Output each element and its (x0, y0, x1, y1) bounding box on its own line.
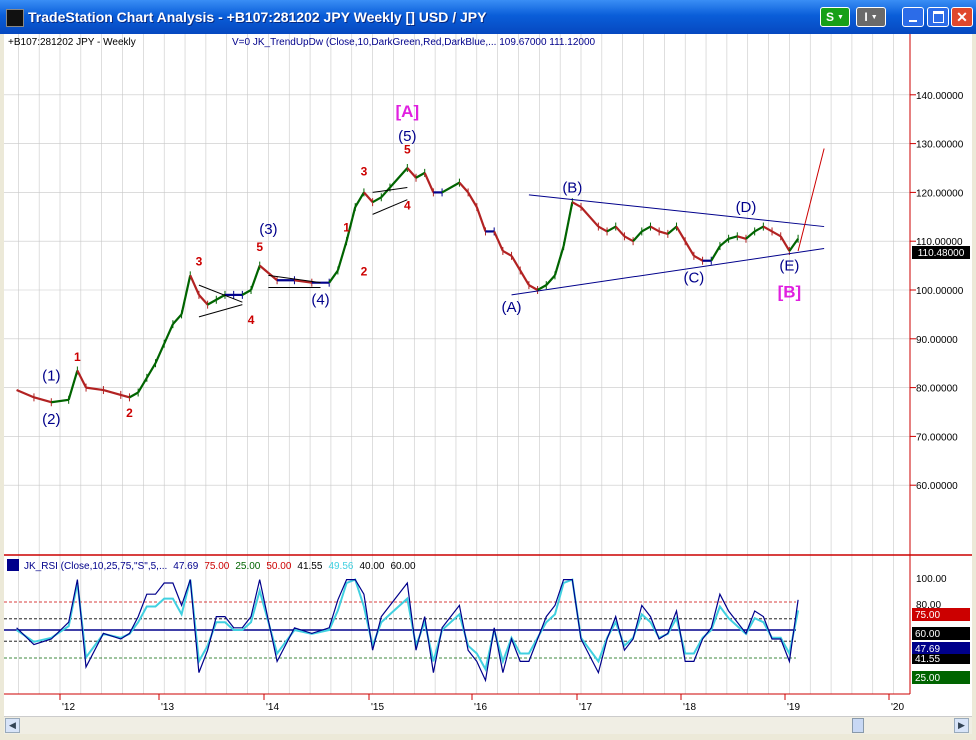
scroll-thumb[interactable] (852, 718, 864, 733)
rsi-pane (4, 578, 800, 683)
i-button-label: I (864, 10, 868, 24)
rsi-v6: 49.56 (328, 561, 353, 572)
title-bar[interactable]: TradeStation Chart Analysis - +B107:2812… (0, 0, 976, 34)
wave-label-r2a: 2 (126, 406, 133, 420)
time-axis: '12 '13 '14 '15 '16 '17 '18 '19 '20 (59, 694, 904, 713)
scroll-left-arrow-icon[interactable]: ◀ (5, 718, 20, 733)
chart-svg[interactable]: 140.00000130.00000120.00000110.00000100.… (4, 34, 972, 716)
indicator-label: V=0 JK_TrendUpDw (Close,10,DarkGreen,Red… (232, 37, 596, 48)
time-tick-label: '17 (579, 702, 592, 713)
wave-label-wa: (A) (502, 299, 522, 316)
wave-label-wc: (C) (683, 270, 704, 287)
wave-label-r3b: 3 (361, 164, 368, 178)
price-tick-label: 120.00000 (916, 188, 964, 199)
wave-label-w2: (2) (42, 411, 60, 428)
rsi-name: JK_RSI (Close,10,25,75,"S",5,... (24, 561, 167, 572)
last-price-value: 110.48000 (918, 248, 965, 259)
chevron-down-icon: ▼ (870, 13, 878, 21)
wave-label-A_big: [A] (396, 102, 420, 121)
wave-label-r5a: 5 (256, 240, 263, 254)
time-tick-label: '16 (474, 702, 487, 713)
app-icon[interactable] (6, 9, 24, 27)
rsi-v8: 60.00 (391, 561, 416, 572)
time-tick-label: '18 (683, 702, 696, 713)
i-dropdown-button[interactable]: I ▼ (856, 7, 886, 27)
time-tick-label: '15 (371, 702, 384, 713)
scroll-right-arrow-icon[interactable]: ▶ (954, 718, 969, 733)
time-tick-label: '19 (787, 702, 800, 713)
s-button-label: S (826, 10, 835, 24)
rsi-v1: 47.69 (173, 561, 198, 572)
price-axis-labels: 140.00000130.00000120.00000110.00000100.… (910, 91, 964, 492)
minimize-icon (909, 19, 917, 22)
maximize-icon (932, 11, 944, 23)
wave-label-w4: (4) (311, 292, 329, 309)
symbol-label: +B107:281202 JPY - Weekly (8, 37, 136, 48)
minimize-button[interactable] (902, 7, 924, 27)
main-plot-bg (4, 34, 910, 554)
time-tick-label: '13 (161, 702, 174, 713)
rsi-swatch (7, 559, 19, 571)
wave-label-r1b: 1 (343, 220, 350, 234)
wave-label-we: (E) (779, 257, 799, 274)
rsi-tag-60-text: 60.00 (915, 629, 940, 640)
price-tick-label: 130.00000 (916, 140, 964, 151)
price-tick-label: 60.00000 (916, 481, 958, 492)
close-icon: ✕ (956, 8, 968, 25)
wave-label-B_big: [B] (778, 282, 802, 301)
rsi-v5: 41.55 (297, 561, 322, 572)
rsi-v7: 40.00 (359, 561, 384, 572)
rsi-v2: 75.00 (204, 561, 229, 572)
chart-area[interactable]: 140.00000 130.00000 120.00000 110.00000 100.… (4, 34, 972, 716)
maximize-button[interactable] (927, 7, 949, 27)
close-button[interactable]: ✕ (951, 7, 973, 27)
wave-label-wd: (D) (736, 199, 757, 216)
s-dropdown-button[interactable]: S ▼ (820, 7, 850, 27)
rsi-v4: 50.00 (266, 561, 291, 572)
wave-label-r3a: 3 (196, 255, 203, 269)
wave-label-wb: (B) (562, 179, 582, 196)
rsi-tag-75-text: 75.00 (915, 610, 940, 621)
wave-label-w1: (1) (42, 367, 60, 384)
price-tick-label: 70.00000 (916, 432, 958, 443)
rsi-legend: JK_RSI (Close,10,25,75,"S",5,... 47.69 75.… (24, 561, 416, 572)
horizontal-scrollbar[interactable]: ◀ ▶ (4, 716, 972, 734)
wave-label-r1a: 1 (74, 350, 81, 364)
rsi-tag-25-text: 25.00 (915, 673, 940, 684)
wave-label-r2b: 2 (361, 264, 368, 278)
window-title: TradeStation Chart Analysis - +B107:2812… (28, 9, 487, 25)
price-tick-label: 90.00000 (916, 335, 958, 346)
rsi-v3: 25.00 (235, 561, 260, 572)
price-tick-label: 140.00000 (916, 91, 964, 102)
rsi-axis-100: 100.00 (916, 574, 947, 585)
time-tick-label: '14 (266, 702, 279, 713)
wave-label-w5: (5) (398, 128, 416, 145)
chart-window: TradeStation Chart Analysis - +B107:2812… (0, 0, 976, 740)
time-tick-label: '20 (891, 702, 904, 713)
chevron-down-icon: ▼ (837, 13, 844, 21)
wave-label-w3: (3) (259, 221, 277, 238)
rsi-tag-41-text: 41.55 (915, 654, 940, 665)
price-tick-label: 100.00000 (916, 286, 964, 297)
wave-label-r4a: 4 (248, 313, 255, 327)
price-tick-label: 80.00000 (916, 384, 958, 395)
time-tick-label: '12 (62, 702, 75, 713)
wave-label-r4b: 4 (404, 198, 411, 212)
